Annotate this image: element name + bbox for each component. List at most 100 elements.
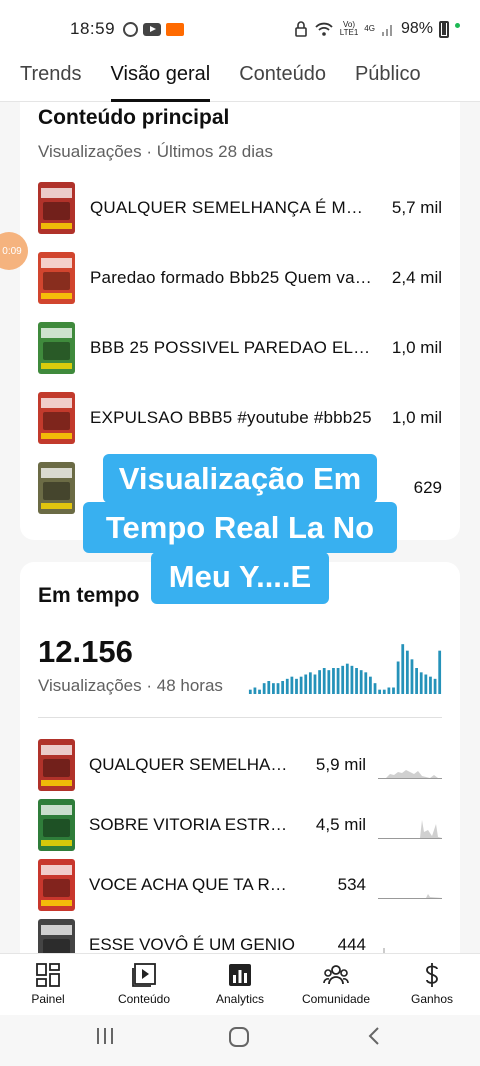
nav-label: Painel [31,992,65,1006]
chart-bar [336,668,340,694]
video-title: EXPULSAO BBB5 #youtube #bbb25 [90,408,372,427]
status-bar: 18:59 Vo) LTE1 4G 98% [0,0,480,58]
chart-bar [262,683,266,694]
realtime-total: 12.156 [38,634,133,669]
video-title: Paredao formado Bbb25 Quem vai sair [90,268,374,287]
realtime-card: Em tempo 12.156 Visualizações · 48 horas… [20,562,460,953]
home-icon[interactable] [227,1025,251,1049]
chart-bar [345,663,349,694]
realtime-bar-chart [248,644,442,694]
chart-bar [285,678,289,694]
tab-content[interactable]: Conteúdo [239,58,326,102]
table-row[interactable]: VOCE ACHA QUE TA RUIM 534 [38,859,442,911]
recent-apps-icon[interactable] [94,1025,116,1047]
list-item[interactable]: Paredao formado Bbb25 Quem vai sair 2,4 … [38,252,442,304]
nav-community[interactable]: Comunidade [288,954,384,1015]
chart-bar [350,665,354,694]
sparkline [378,894,442,899]
divider [38,717,442,718]
chart-bar [290,676,294,694]
nav-label: Comunidade [301,992,371,1006]
video-thumbnail [38,252,75,304]
status-time: 18:59 [70,19,116,38]
chart-bar [401,644,405,694]
list-item[interactable]: QUALQUER SEMELHANÇA É MERA COINCIDENCIA … [38,182,442,234]
youtube-icon [143,22,162,36]
chart-bar [272,683,275,694]
video-views: 444 [337,935,366,953]
sparkline [383,948,385,953]
tab-trends[interactable]: Trends [20,58,82,102]
dashboard-icon [36,963,60,987]
nav-analytics[interactable]: Analytics [192,954,288,1015]
nav-content[interactable]: Conteúdo [96,954,192,1015]
nav-dashboard[interactable]: Painel [0,954,96,1015]
chart-bar [267,681,271,694]
chart-bar [332,668,335,694]
video-thumbnail [38,919,75,953]
network-type: 4G [364,24,375,33]
signal-icon [381,25,392,36]
list-item[interactable]: BBB 25 POSSIVEL PAREDAO ELIMINACAO 1,0 m… [38,322,442,374]
nav-label: Ganhos [410,992,454,1006]
video-views: 534 [337,875,366,894]
video-views: 4,5 mil [315,815,366,834]
whatsapp-icon [123,21,139,37]
video-thumbnail [38,322,75,374]
chart-bar [433,678,437,694]
screen-record-icon [166,22,185,36]
video-views: 1,0 mil [391,408,442,427]
chart-bar [410,659,414,694]
tab-audience[interactable]: Público [355,58,421,102]
caption-line: Tempo Real La No [83,502,397,553]
video-views: 5,9 mil [315,755,366,774]
chart-bar [258,689,261,694]
video-title: ESSE VOVÔ É UM GENIO [89,935,295,953]
caption-line: Meu Y....E [151,552,329,604]
chart-bar [392,687,395,694]
chart-bar [438,650,442,694]
system-navigation-bar [0,1015,480,1066]
top-content-subtitle: Visualizações · Últimos 28 dias [38,142,273,161]
bottom-navigation: Painel Conteúdo Analytics Comunidade Gan… [0,953,480,1015]
tab-overview[interactable]: Visão geral [110,58,211,102]
chart-bar [364,672,368,694]
video-views: 5,7 mil [391,198,442,217]
battery-icon [439,20,449,38]
chart-bar [396,661,400,694]
chart-bar [424,674,428,694]
video-title: SOBRE VITORIA ESTRATEGIA [89,815,296,834]
caption-line: Visualização Em [103,454,377,503]
analytics-scroll-area[interactable]: 0:09 Conteúdo principal Visualizações · … [0,102,480,953]
video-title: QUALQUER SEMELHANÇA É MERA [89,755,296,774]
chart-bar [304,674,308,694]
chart-bar [341,665,345,694]
video-views: 2,4 mil [391,268,442,287]
chart-bar [253,687,257,694]
earnings-icon [426,963,438,987]
chart-bar [313,674,317,694]
realtime-title: Em tempo [38,584,140,607]
video-thumbnail [38,799,75,851]
video-thumbnail [38,462,75,514]
privacy-dot [455,23,460,28]
chart-bar [276,683,280,694]
community-icon [323,965,349,985]
back-icon[interactable] [364,1025,384,1047]
wifi-icon [315,22,333,36]
volte-indicator: Vo) LTE1 [339,20,359,37]
chart-bar [281,681,285,694]
chart-bar [355,668,358,694]
nav-earnings[interactable]: Ganhos [384,954,480,1015]
chart-bar [308,672,312,694]
video-thumbnail [38,739,75,791]
table-row[interactable]: QUALQUER SEMELHANÇA É MERA 5,9 mil [38,739,442,791]
chart-bar [295,678,298,694]
list-item[interactable]: EXPULSAO BBB5 #youtube #bbb25 1,0 mil [38,392,442,444]
chart-bar [327,670,331,694]
video-thumbnail [38,182,75,234]
lock-icon [294,21,307,37]
table-row[interactable]: ESSE VOVÔ É UM GENIO 444 [38,919,442,953]
table-row[interactable]: SOBRE VITORIA ESTRATEGIA 4,5 mil [38,799,442,851]
chart-bar [419,672,423,694]
